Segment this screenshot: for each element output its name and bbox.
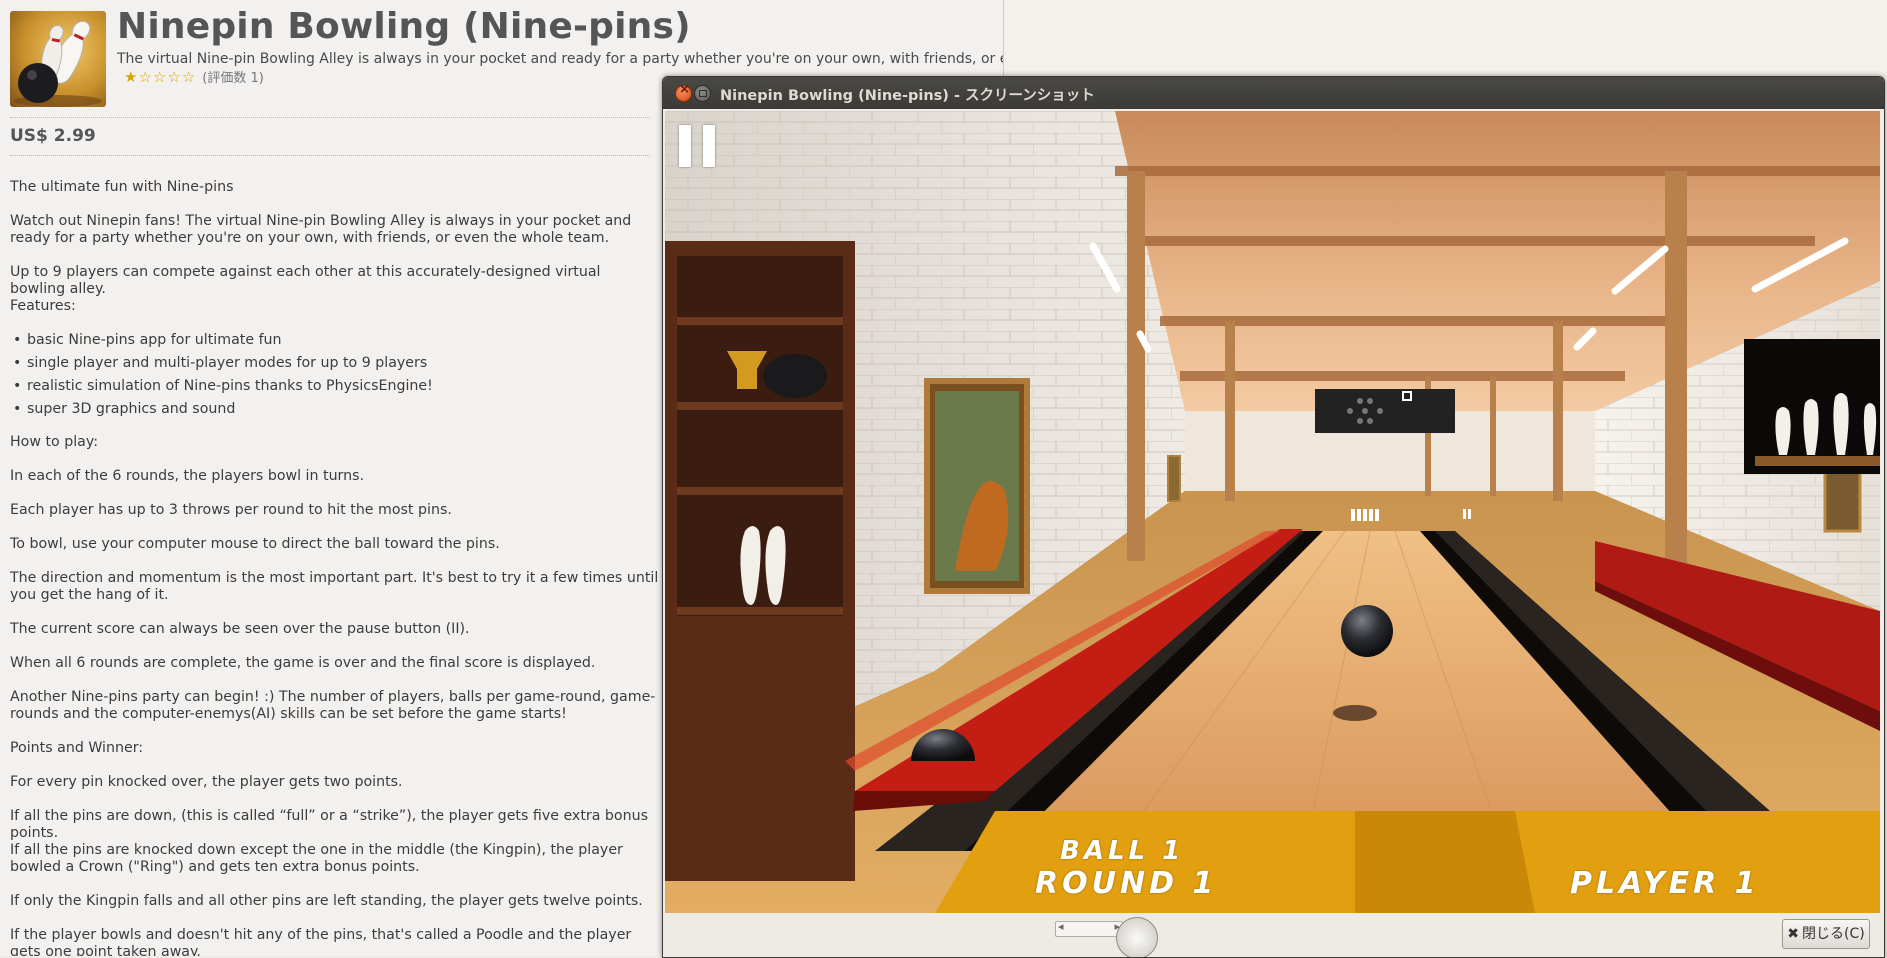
scroll-left-icon[interactable]: ◂ <box>1058 920 1064 933</box>
howto-heading: How to play: <box>10 434 98 450</box>
description-paragraph: In each of the 6 rounds, the players bow… <box>10 468 365 484</box>
rating-count: (評価数 1) <box>202 71 264 86</box>
rating-stars-icon: ★☆☆☆☆ <box>124 68 197 86</box>
player-indicator: PLAYER 1 <box>1570 866 1760 901</box>
window-titlebar[interactable]: Ninepin Bowling (Nine-pins) - スクリーンショット <box>663 77 1884 109</box>
loading-spinner-icon <box>1116 917 1158 957</box>
app-tagline: The virtual Nine-pin Bowling Alley is al… <box>117 51 1004 67</box>
divider <box>10 155 650 156</box>
list-item: single player and multi-player modes for… <box>10 355 427 372</box>
close-button[interactable]: ✖ 閉じる(C) <box>1782 919 1870 949</box>
description-paragraph: The direction and momentum is the most i… <box>10 570 659 603</box>
features-heading: Features: <box>10 298 76 314</box>
game-screenshot: BALL 1 ROUND 1 PLAYER 1 <box>665 111 1880 913</box>
bowling-ball <box>1341 605 1393 657</box>
ball-counter: BALL 1 <box>1060 836 1185 866</box>
round-counter: ROUND 1 <box>1035 866 1218 901</box>
points-heading: Points and Winner: <box>10 740 144 756</box>
description-paragraph: If only the Kingpin falls and all other … <box>10 893 643 909</box>
description-paragraph: If all the pins are knocked down except … <box>10 842 623 875</box>
close-button-label: 閉じる(C) <box>1802 926 1865 942</box>
bowling-alley-scene <box>665 111 1880 913</box>
list-item: basic Nine-pins app for ultimate fun <box>10 332 282 349</box>
description-paragraph: When all 6 rounds are complete, the game… <box>10 655 596 671</box>
description-paragraph: To bowl, use your computer mouse to dire… <box>10 536 500 552</box>
list-item: realistic simulation of Nine-pins thanks… <box>10 378 433 395</box>
description-paragraph: For every pin knocked over, the player g… <box>10 774 403 790</box>
description-paragraph: Watch out Ninepin fans! The virtual Nine… <box>10 213 632 246</box>
description-paragraph: Up to 9 players can compete against each… <box>10 264 601 297</box>
description-paragraph: Another Nine-pins party can begin! :) Th… <box>10 689 656 722</box>
divider <box>10 117 650 118</box>
description-paragraph: The current score can always be seen ove… <box>10 621 470 637</box>
price-label: US$ 2.99 <box>10 126 96 146</box>
pause-icon[interactable] <box>679 125 715 167</box>
window-title: Ninepin Bowling (Nine-pins) - スクリーンショット <box>720 88 1095 104</box>
list-item: super 3D graphics and sound <box>10 401 235 418</box>
screenshot-viewer-window: Ninepin Bowling (Nine-pins) - スクリーンショット <box>662 76 1885 958</box>
app-icon <box>10 11 106 107</box>
description-paragraph: If the player bowls and doesn't hit any … <box>10 927 632 956</box>
rating-widget: ★☆☆☆☆ (評価数 1) <box>124 67 264 86</box>
bowling-pins-icon <box>14 20 102 107</box>
description-paragraph: Each player has up to 3 throws per round… <box>10 502 452 518</box>
description-paragraph: If all the pins are down, (this is calle… <box>10 808 648 841</box>
thumbnail-scrollbar[interactable]: ◂ ▸ <box>1055 920 1123 937</box>
window-minimize-icon[interactable] <box>694 85 711 102</box>
window-close-icon[interactable] <box>675 82 692 102</box>
app-title: Ninepin Bowling (Nine-pins) <box>117 6 691 47</box>
viewer-footer: ◂ ▸ ✖ 閉じる(C) <box>663 913 1884 957</box>
description-paragraph: The ultimate fun with Nine-pins <box>10 179 234 195</box>
close-x-icon: ✖ <box>1787 926 1800 942</box>
